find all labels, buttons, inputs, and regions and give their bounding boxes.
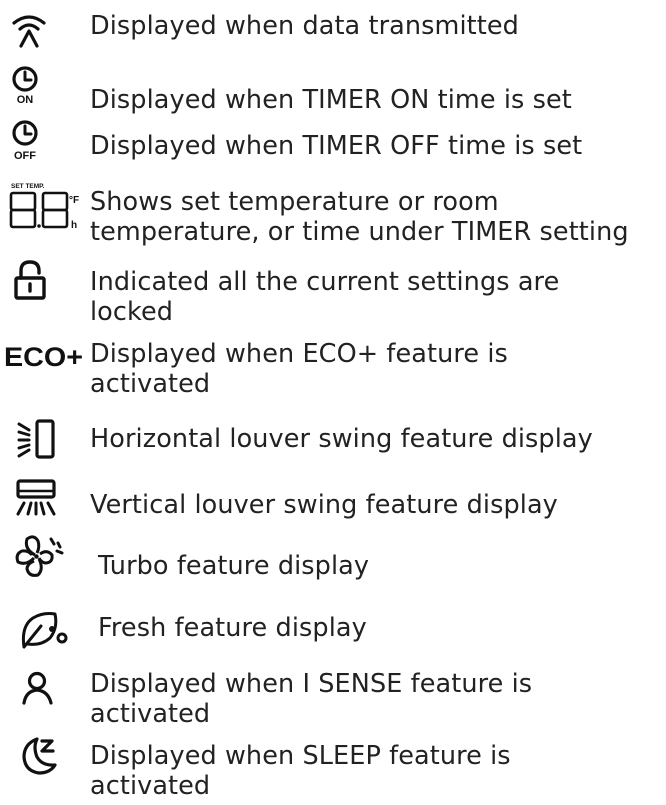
timer-on-caption: ON xyxy=(17,94,34,106)
vertical-swing-icon xyxy=(15,479,59,517)
legend-text-i-sense-2: activated xyxy=(90,699,211,729)
legend-text-eco-1: Displayed when ECO+ feature is xyxy=(90,339,508,369)
eco-plus-caption: ECO+ xyxy=(4,342,83,372)
legend-text-sleep-2: activated xyxy=(90,771,211,801)
timer-on-icon: ON xyxy=(10,66,42,107)
legend-text-temperature-2: temperature, or time under TIMER setting xyxy=(90,217,629,247)
legend-text-turbo: Turbo feature display xyxy=(98,551,370,581)
horizontal-swing-icon xyxy=(17,418,59,460)
timer-off-caption: OFF xyxy=(14,150,36,162)
legend-text-lock-2: locked xyxy=(90,297,174,327)
sleep-icon xyxy=(20,735,62,777)
legend-text-vertical-swing: Vertical louver swing feature display xyxy=(90,490,558,520)
legend-text-i-sense-1: Displayed when I SENSE feature is xyxy=(90,669,533,699)
temperature-display-icon: SET TEMP. °F h xyxy=(8,181,92,235)
eco-plus-icon: ECO+ xyxy=(3,339,87,373)
legend-text-eco-2: activated xyxy=(90,369,211,399)
lock-icon xyxy=(13,260,47,300)
legend-text-timer-off: Displayed when TIMER OFF time is set xyxy=(90,131,583,161)
legend-text-timer-on: Displayed when TIMER ON time is set xyxy=(90,85,572,115)
legend-text-temperature-1: Shows set temperature or room xyxy=(90,187,499,217)
legend-text-horizontal-swing: Horizontal louver swing feature display xyxy=(90,424,593,454)
unit-f-caption: °F xyxy=(69,195,79,206)
legend-text-transmit: Displayed when data transmitted xyxy=(90,11,519,41)
legend-text-sleep-1: Displayed when SLEEP feature is xyxy=(90,741,511,771)
legend-text-fresh: Fresh feature display xyxy=(98,613,367,643)
i-sense-icon xyxy=(21,671,55,705)
signal-icon xyxy=(12,13,46,48)
set-temp-caption: SET TEMP. xyxy=(11,183,45,190)
timer-off-icon: OFF xyxy=(10,120,42,163)
fresh-icon xyxy=(19,610,71,650)
turbo-icon xyxy=(14,531,66,581)
legend-text-lock-1: Indicated all the current settings are xyxy=(90,267,560,297)
unit-h-caption: h xyxy=(71,220,77,231)
